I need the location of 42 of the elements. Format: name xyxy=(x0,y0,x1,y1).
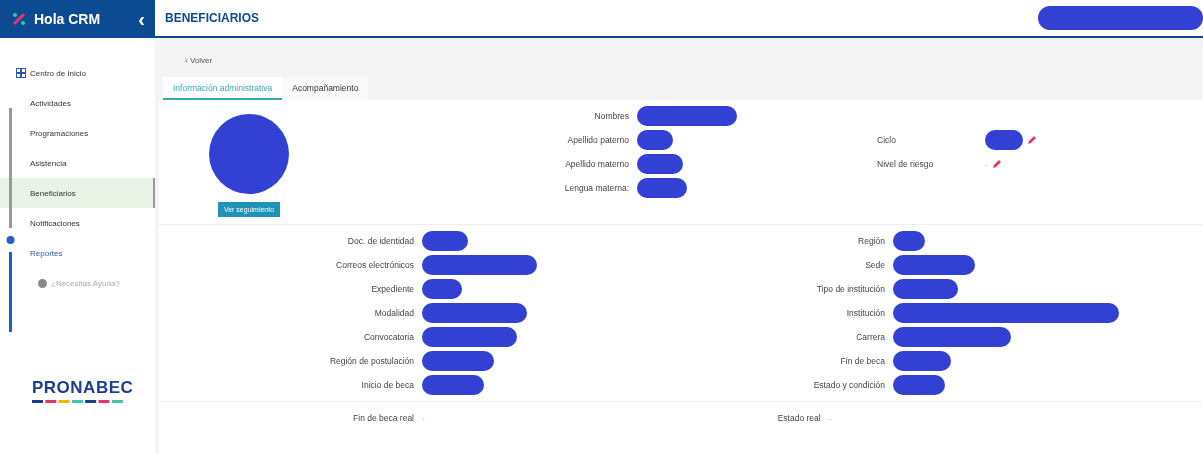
field-label: Modalidad xyxy=(373,308,414,318)
field-label: Expediente xyxy=(370,284,414,294)
tab[interactable]: Acompañamiento xyxy=(282,77,369,100)
field-value: - xyxy=(828,413,832,423)
field-label: Carrera xyxy=(855,332,885,342)
field-label: Correos electrónicos xyxy=(335,260,414,270)
pencil-icon[interactable] xyxy=(1027,135,1037,145)
sidebar-item[interactable]: Reportes xyxy=(0,238,155,268)
sidebar-item[interactable]: Beneficiarios xyxy=(0,178,155,208)
brand-logo: PRONABEC xyxy=(32,378,134,398)
field-label: Inicio de beca xyxy=(360,380,414,390)
logo-icon xyxy=(12,12,26,26)
field-label: Apellido paterno xyxy=(566,135,629,145)
grid-icon xyxy=(16,68,26,78)
sidebar-item[interactable]: Programaciones xyxy=(0,118,155,148)
field-label: Ciclo xyxy=(877,135,897,145)
field-label: Lengua materna: xyxy=(563,183,629,193)
field-label: Fin de beca real xyxy=(352,413,414,423)
page-title: BENEFICIARIOS xyxy=(165,11,259,25)
collapse-button[interactable]: ‹ xyxy=(138,9,145,29)
field-label: Fin de beca xyxy=(839,356,885,366)
sidebar-item[interactable]: Notificaciones xyxy=(0,208,155,238)
field-label: Nivel de riesgo xyxy=(877,159,935,169)
field-value: - xyxy=(422,413,425,423)
sidebar-item[interactable]: Actividades xyxy=(0,88,155,118)
field-label: Convocatoria xyxy=(362,332,414,342)
field-value: - xyxy=(985,159,988,169)
sidebar-item[interactable]: Asistencia xyxy=(0,148,155,178)
field-label: Región de postulación xyxy=(328,356,414,366)
field-label: Estado y condición xyxy=(812,380,885,390)
field-label: Tipo de institución xyxy=(815,284,885,294)
app-name: Hola CRM xyxy=(34,11,102,27)
field-label: Estado real xyxy=(776,413,821,423)
field-label: Doc. de identidad xyxy=(346,236,414,246)
field-label: Apellido materno xyxy=(564,159,629,169)
field-label: Sede xyxy=(864,260,885,270)
back-link[interactable]: ‹ Volver xyxy=(185,56,1203,65)
pencil-icon[interactable] xyxy=(991,159,1002,169)
sidebar-item[interactable]: Centro de Inicio xyxy=(0,58,155,88)
field-label: Región xyxy=(857,236,885,246)
field-label: Institución xyxy=(845,308,885,318)
field-label: Nombres xyxy=(593,111,629,121)
